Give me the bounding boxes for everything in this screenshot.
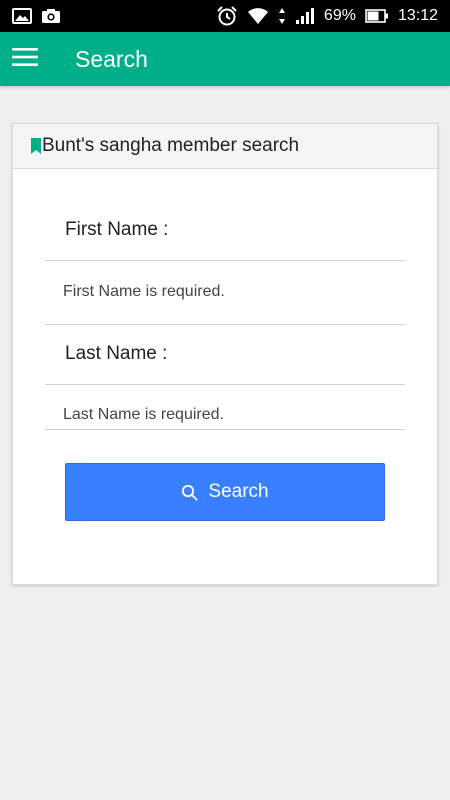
last-name-input[interactable]: [45, 384, 405, 385]
image-icon: [12, 8, 32, 24]
clock: 13:12: [397, 7, 438, 24]
card-header: Bunt's sangha member search: [13, 124, 437, 169]
page-title: Search: [75, 45, 148, 72]
alarm-icon: [216, 6, 238, 26]
last-name-label: Last Name :: [65, 343, 168, 364]
search-button[interactable]: Search: [65, 463, 385, 521]
menu-button[interactable]: [0, 32, 50, 86]
first-name-input[interactable]: [45, 260, 405, 261]
app-bar: Search: [0, 32, 450, 86]
divider: [45, 429, 405, 430]
first-name-label: First Name :: [65, 219, 169, 240]
wifi-icon: [247, 7, 269, 25]
search-card: Bunt's sangha member search First Name :…: [12, 123, 438, 585]
status-bar-right: 69% 13:12: [216, 6, 438, 26]
camera-icon: [41, 8, 61, 24]
battery-percent: 69%: [323, 7, 356, 24]
search-icon: [181, 484, 198, 501]
first-name-error: First Name is required.: [63, 283, 225, 300]
card-title: Bunt's sangha member search: [42, 135, 300, 156]
battery-icon: [365, 8, 389, 24]
signal-icon: [295, 7, 315, 25]
status-bar: 69% 13:12: [0, 0, 450, 32]
last-name-error: Last Name is required.: [63, 406, 224, 423]
status-bar-left: [12, 8, 61, 24]
divider: [45, 324, 405, 325]
search-button-label: Search: [208, 481, 269, 502]
hamburger-menu-icon: [12, 47, 38, 72]
bookmark-icon: [31, 138, 41, 154]
data-arrows-icon: [278, 7, 286, 25]
